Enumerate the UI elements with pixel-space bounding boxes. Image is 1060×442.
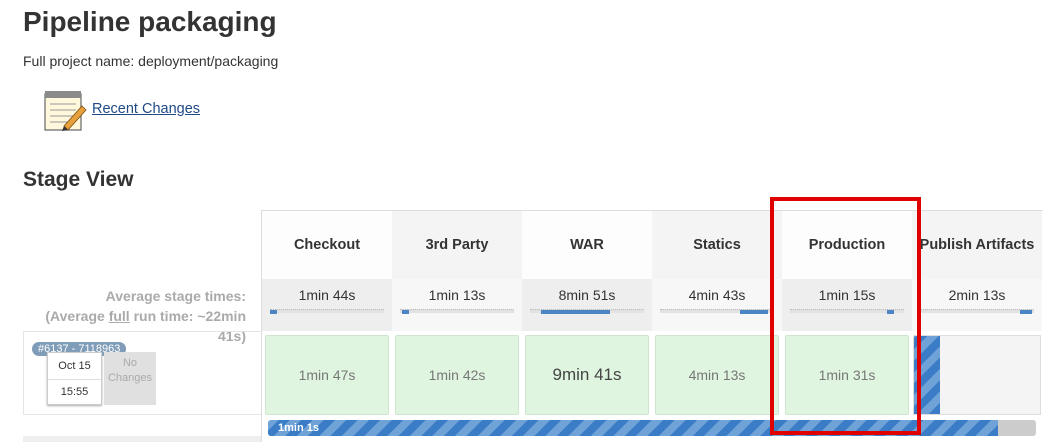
build-run-row[interactable]: #6137 - 7118963 Oct 15 15:55 No Changes bbox=[23, 331, 261, 415]
full-project-name: Full project name: deployment/packaging bbox=[23, 53, 279, 69]
stage-column-publish-artifacts: Publish Artifacts 2min 13s bbox=[912, 211, 1042, 442]
stage-average: 1min 13s bbox=[392, 279, 522, 331]
stage-average: 1min 44s bbox=[262, 279, 392, 331]
next-run-row bbox=[23, 436, 261, 442]
stage-header[interactable]: Statics bbox=[652, 211, 782, 279]
stage-header[interactable]: 3rd Party bbox=[392, 211, 522, 279]
stage-average: 4min 43s bbox=[652, 279, 782, 331]
stage-view-title: Stage View bbox=[23, 168, 134, 191]
stage-cell[interactable]: 1min 47s bbox=[265, 335, 389, 415]
stage-cell[interactable]: 9min 41s bbox=[525, 335, 649, 415]
progress-label: 1min 1s bbox=[278, 422, 319, 434]
stage-column-3rd-party: 3rd Party 1min 13s 1min 42s bbox=[392, 211, 522, 442]
stage-average: 8min 51s bbox=[522, 279, 652, 331]
stage-header[interactable]: Publish Artifacts bbox=[912, 211, 1042, 279]
recent-changes-link[interactable]: Recent Changes bbox=[92, 101, 200, 117]
stage-cell[interactable]: 4min 13s bbox=[655, 335, 779, 415]
stage-column-checkout: Checkout 1min 44s 1min 47s bbox=[262, 211, 392, 442]
build-date: Oct 15 15:55 bbox=[47, 352, 102, 405]
stage-column-statics: Statics 4min 43s 4min 13s bbox=[652, 211, 782, 442]
notepad-icon bbox=[44, 91, 87, 131]
stage-header[interactable]: Checkout bbox=[262, 211, 392, 279]
stage-average: 2min 13s bbox=[912, 279, 1042, 331]
stage-header[interactable]: WAR bbox=[522, 211, 652, 279]
stage-cell-running[interactable] bbox=[913, 335, 1041, 415]
recent-changes[interactable]: Recent Changes bbox=[42, 88, 200, 134]
no-changes-box: No Changes bbox=[104, 352, 156, 405]
highlight-box bbox=[770, 197, 921, 435]
stage-cell[interactable]: 1min 42s bbox=[395, 335, 519, 415]
stage-column-war: WAR 8min 51s 9min 41s bbox=[522, 211, 652, 442]
page-title: Pipeline packaging bbox=[23, 6, 277, 37]
stage-table: Checkout 1min 44s 1min 47s 3rd Party 1mi… bbox=[261, 210, 1043, 442]
